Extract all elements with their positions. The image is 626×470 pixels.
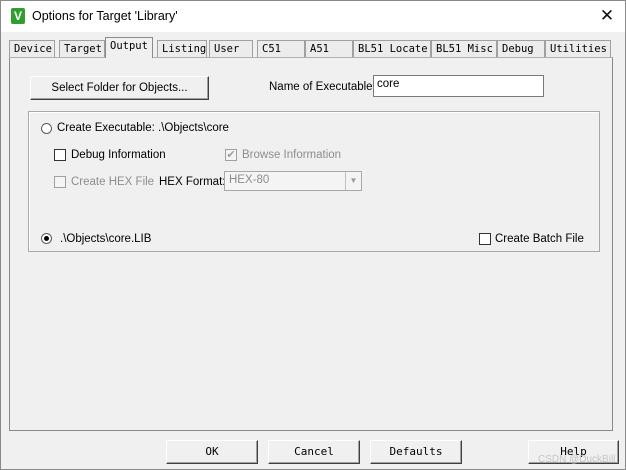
create-hex-label: Create HEX File <box>71 176 155 188</box>
hex-format-label: HEX Format: <box>159 176 226 188</box>
create-hex-checkbox[interactable] <box>54 176 66 188</box>
tab-user[interactable]: User <box>209 40 253 58</box>
debug-information-checkbox[interactable] <box>54 149 66 161</box>
create-executable-radio[interactable] <box>41 123 52 134</box>
name-of-executable-label: Name of Executable: <box>269 81 376 93</box>
tab-output[interactable]: Output <box>105 37 153 58</box>
title-bar: V Options for Target 'Library' ✕ <box>1 1 625 32</box>
tab-target[interactable]: Target <box>59 40 105 58</box>
hex-format-select[interactable]: HEX-80 ▼ <box>224 171 362 191</box>
close-icon[interactable]: ✕ <box>599 6 615 26</box>
tab-strip: Device Target Output Listing User C51 A5… <box>9 37 613 58</box>
tab-a51[interactable]: A51 <box>305 40 353 58</box>
tab-device[interactable]: Device <box>9 40 55 58</box>
create-batch-label: Create Batch File <box>495 233 584 245</box>
tab-bl51-misc[interactable]: BL51 Misc <box>431 40 497 58</box>
tab-bl51-locate[interactable]: BL51 Locate <box>353 40 431 58</box>
create-library-radio[interactable] <box>41 233 52 244</box>
name-of-executable-input[interactable]: core <box>373 75 544 97</box>
tab-debug[interactable]: Debug <box>497 40 545 58</box>
create-batch-checkbox[interactable] <box>479 233 491 245</box>
select-folder-button[interactable]: Select Folder for Objects... <box>30 76 209 100</box>
chevron-down-icon[interactable]: ▼ <box>345 172 361 190</box>
tab-utilities[interactable]: Utilities <box>545 40 611 58</box>
create-executable-label: Create Executable: .\Objects\core <box>57 122 229 134</box>
cancel-button[interactable]: Cancel <box>268 440 360 464</box>
hex-format-value: HEX-80 <box>229 174 270 186</box>
watermark-text: CSDN @DuckBill <box>538 454 616 465</box>
window-title: Options for Target 'Library' <box>32 9 178 23</box>
create-library-label: .\Objects\core.LIB <box>60 233 152 245</box>
browse-information-checkbox[interactable]: ✔ <box>225 149 237 161</box>
ok-button[interactable]: OK <box>166 440 258 464</box>
debug-information-label: Debug Information <box>71 149 166 161</box>
radio-dot <box>44 236 49 241</box>
tab-c51[interactable]: C51 <box>257 40 305 58</box>
defaults-button[interactable]: Defaults <box>370 440 462 464</box>
browse-information-label: Browse Information <box>242 149 342 161</box>
options-dialog: V Options for Target 'Library' ✕ Device … <box>0 0 626 470</box>
checkmark-icon: ✔ <box>226 149 236 161</box>
uvision-icon: V <box>11 8 25 24</box>
tab-listing[interactable]: Listing <box>157 40 207 58</box>
